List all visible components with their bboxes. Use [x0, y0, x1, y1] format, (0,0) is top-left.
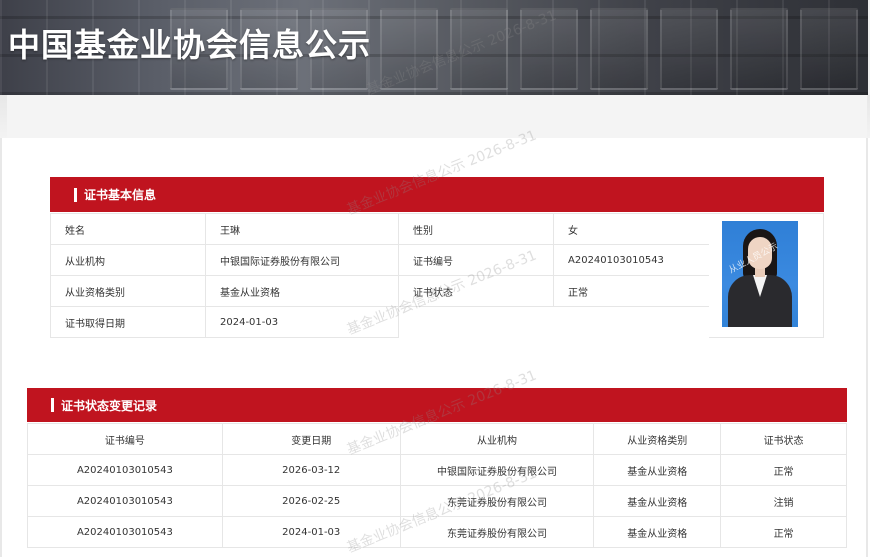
header-strip [0, 95, 870, 138]
table-row: A20240103010543 2024-01-03 东莞证券股份有限公司 基金… [27, 516, 847, 548]
table-row: 证书取得日期 2024-01-03 [50, 306, 710, 338]
table-row: 从业资格类别 基金从业资格 证书状态 正常 [50, 275, 710, 307]
org-cell: 东莞证券股份有限公司 [399, 485, 595, 517]
status-cell: 正常 [720, 516, 847, 548]
change-date-cell: 2026-02-25 [221, 485, 401, 517]
cabinet-graphic [380, 8, 438, 90]
cert-no-cell: A20240103010543 [27, 516, 223, 548]
issue-date-value: 2024-01-03 [205, 306, 399, 338]
section-marker [74, 187, 77, 202]
cabinet-graphic [450, 8, 508, 90]
gender-value: 女 [553, 213, 710, 245]
left-border [0, 138, 2, 557]
qualification-value: 基金从业资格 [205, 275, 399, 307]
status-records-section-header: 证书状态变更记录 [27, 388, 847, 422]
cert-no-cell: A20240103010543 [27, 485, 223, 517]
org-cell: 中银国际证券股份有限公司 [399, 454, 595, 486]
qualification-cell: 基金从业资格 [593, 516, 722, 548]
qualification-cell: 基金从业资格 [593, 485, 722, 517]
name-label: 姓名 [50, 213, 206, 245]
empty-cell [554, 307, 710, 338]
table-row: 从业机构 中银国际证券股份有限公司 证书编号 A20240103010543 [50, 244, 710, 276]
right-border [866, 138, 868, 557]
basic-info-section-header: 证书基本信息 [50, 177, 824, 212]
status-cell: 注销 [720, 485, 847, 517]
status-label: 证书状态 [398, 275, 554, 307]
name-value: 王琳 [205, 213, 399, 245]
cabinet-graphic [520, 8, 578, 90]
gender-label: 性别 [398, 213, 554, 245]
column-header: 从业机构 [399, 423, 595, 455]
status-value: 正常 [553, 275, 710, 307]
cert-no-label: 证书编号 [398, 244, 554, 276]
page-header: 中国基金业协会信息公示 [0, 0, 870, 138]
table-row: A20240103010543 2026-03-12 中银国际证券股份有限公司 … [27, 454, 847, 486]
change-date-cell: 2026-03-12 [221, 454, 401, 486]
cabinet-graphic [800, 8, 858, 90]
org-value: 中银国际证券股份有限公司 [205, 244, 399, 276]
org-label: 从业机构 [50, 244, 206, 276]
table-header-row: 证书编号 变更日期 从业机构 从业资格类别 证书状态 [27, 423, 847, 455]
photo-cell: 从业人员公示 [709, 213, 824, 338]
status-records-title: 证书状态变更记录 [61, 398, 158, 413]
cert-no-value: A20240103010543 [553, 244, 710, 276]
profile-photo: 从业人员公示 [722, 221, 798, 327]
cabinet-graphic [590, 8, 648, 90]
empty-cell [399, 307, 554, 338]
header-strip-inner [7, 95, 867, 138]
column-header: 证书状态 [720, 423, 847, 455]
org-cell: 东莞证券股份有限公司 [399, 516, 595, 548]
change-date-cell: 2024-01-03 [221, 516, 401, 548]
qualification-cell: 基金从业资格 [593, 454, 722, 486]
column-header: 变更日期 [221, 423, 401, 455]
status-records-table: 证书编号 变更日期 从业机构 从业资格类别 证书状态 A202401030105… [27, 423, 847, 548]
basic-info-table: 姓名 王琳 性别 女 从业机构 中银国际证券股份有限公司 证书编号 A20240… [50, 213, 710, 338]
status-cell: 正常 [720, 454, 847, 486]
header-banner: 中国基金业协会信息公示 [0, 0, 868, 95]
table-row: A20240103010543 2026-02-25 东莞证券股份有限公司 基金… [27, 485, 847, 517]
issue-date-label: 证书取得日期 [50, 306, 206, 338]
cabinet-graphic [660, 8, 718, 90]
qualification-label: 从业资格类别 [50, 275, 206, 307]
column-header: 从业资格类别 [593, 423, 722, 455]
cabinet-graphic [730, 8, 788, 90]
table-row: 姓名 王琳 性别 女 [50, 213, 710, 245]
column-header: 证书编号 [27, 423, 223, 455]
section-marker [51, 398, 54, 412]
cert-no-cell: A20240103010543 [27, 454, 223, 486]
basic-info-title: 证书基本信息 [84, 188, 157, 202]
site-title: 中国基金业协会信息公示 [8, 26, 372, 64]
